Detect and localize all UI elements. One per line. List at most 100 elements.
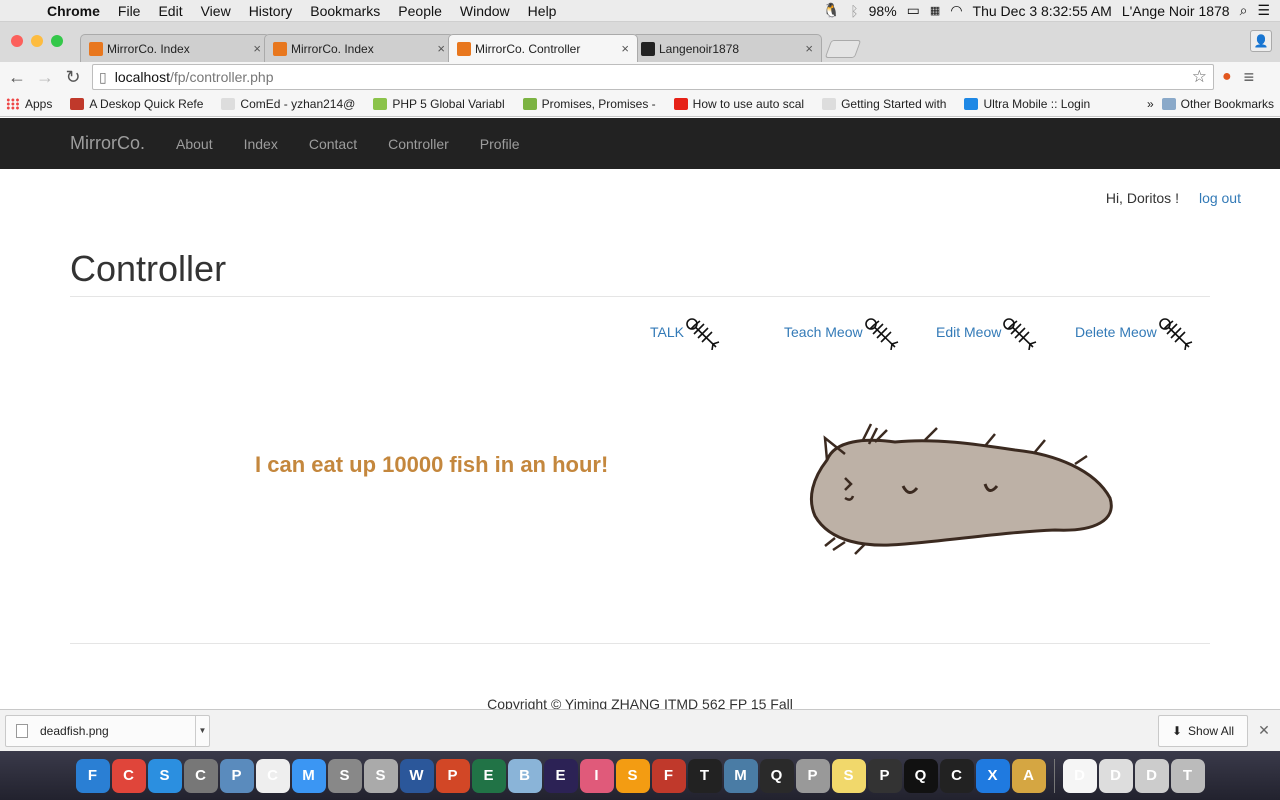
bookmark-item[interactable]: Promises, Promises - <box>522 97 656 111</box>
dock-desktop-icon[interactable]: D <box>1098 758 1133 793</box>
address-bar[interactable]: ▯ localhost/fp/controller.php ☆ <box>92 64 1214 90</box>
site-brand[interactable]: MirrorCo. <box>70 133 145 154</box>
dock-intellij-icon[interactable]: I <box>579 758 614 793</box>
dock-safari-icon[interactable]: S <box>147 758 182 793</box>
bookmark-item[interactable]: Getting Started with <box>822 97 946 111</box>
new-tab-button[interactable] <box>824 40 862 58</box>
logout-link[interactable]: log out <box>1199 190 1241 206</box>
bookmark-item[interactable]: PHP 5 Global Variabl <box>373 97 505 111</box>
edit-meow-link[interactable]: Edit Meow <box>936 318 1039 350</box>
apps-grid-icon <box>6 98 20 110</box>
dock-messages-icon[interactable]: M <box>291 758 326 793</box>
delete-meow-link[interactable]: Delete Meow <box>1075 318 1195 350</box>
dock-docs-icon[interactable]: D <box>1062 758 1097 793</box>
bookmark-item[interactable]: How to use auto scal <box>673 97 804 111</box>
dock-filezilla-icon[interactable]: F <box>651 758 686 793</box>
tab-favicon-icon <box>89 41 103 56</box>
dock-box-icon[interactable]: B <box>507 758 542 793</box>
nav-contact[interactable]: Contact <box>309 136 357 152</box>
battery-percent[interactable]: 98% <box>869 3 897 19</box>
notification-center-icon[interactable]: ☰ <box>1257 2 1270 19</box>
bluetooth-icon[interactable]: ᛒ <box>850 3 858 19</box>
dock-sequel-icon[interactable]: S <box>363 758 398 793</box>
dock-system-icon[interactable]: S <box>327 758 362 793</box>
extension-icon[interactable]: ● <box>1222 68 1232 86</box>
dock-mysql-icon[interactable]: M <box>723 758 758 793</box>
nav-index[interactable]: Index <box>244 136 278 152</box>
menu-help[interactable]: Help <box>519 3 566 19</box>
url-host: localhost <box>114 69 170 85</box>
tab-0[interactable]: MirrorCo. Index × <box>80 34 270 62</box>
zoom-window-icon[interactable] <box>51 35 63 47</box>
user-name[interactable]: L'Ange Noir 1878 <box>1122 3 1230 19</box>
dock-calendar-icon[interactable]: C <box>255 758 290 793</box>
menu-view[interactable]: View <box>192 3 240 19</box>
dock-stickies-icon[interactable]: S <box>831 758 866 793</box>
tab-3[interactable]: Langenoir1878 × <box>632 34 822 62</box>
flag-icon[interactable]: ▦ <box>930 4 940 17</box>
menu-history[interactable]: History <box>240 3 302 19</box>
menu-window[interactable]: Window <box>451 3 519 19</box>
bookmark-favicon-icon <box>673 98 688 110</box>
dock-console-icon[interactable]: C <box>939 758 974 793</box>
dock-archive-icon[interactable]: A <box>1011 758 1046 793</box>
dock-word-icon[interactable]: W <box>399 758 434 793</box>
tab-1[interactable]: MirrorCo. Index × <box>264 34 454 62</box>
download-item[interactable]: deadfish.png ▼ <box>5 714 210 747</box>
download-menu-chevron-icon[interactable]: ▼ <box>195 715 209 746</box>
bookmark-star-icon[interactable]: ☆ <box>1192 67 1207 87</box>
talk-link[interactable]: TALK <box>650 318 722 350</box>
menu-edit[interactable]: Edit <box>149 3 191 19</box>
chrome-menu-icon[interactable]: ≡ <box>1244 67 1255 88</box>
nav-controller[interactable]: Controller <box>388 136 449 152</box>
teach-meow-link[interactable]: Teach Meow <box>784 318 901 350</box>
tab-close-icon[interactable]: × <box>437 41 445 56</box>
dock-chrome-icon[interactable]: C <box>111 758 146 793</box>
profile-icon[interactable]: 👤 <box>1250 30 1272 52</box>
dock-printer-icon[interactable]: P <box>867 758 902 793</box>
reload-icon[interactable]: ↻ <box>62 67 84 88</box>
bookmarks-overflow-button[interactable]: » <box>1147 97 1154 111</box>
menu-people[interactable]: People <box>389 3 451 19</box>
bookmark-item[interactable]: A Deskop Quick Refe <box>70 97 203 111</box>
clock[interactable]: Thu Dec 3 8:32:55 AM <box>973 3 1112 19</box>
bookmark-item[interactable]: Ultra Mobile :: Login <box>964 97 1090 111</box>
dock-qq-icon[interactable]: Q <box>903 758 938 793</box>
close-window-icon[interactable] <box>11 35 23 47</box>
menu-bookmarks[interactable]: Bookmarks <box>301 3 389 19</box>
penguin-icon[interactable]: 🐧 <box>823 2 840 19</box>
dock-terminal-icon[interactable]: T <box>687 758 722 793</box>
nav-profile[interactable]: Profile <box>480 136 520 152</box>
dock-downloads-icon[interactable]: D <box>1134 758 1169 793</box>
bookmark-favicon-icon <box>373 98 388 110</box>
dock-quicktime-icon[interactable]: Q <box>759 758 794 793</box>
battery-icon[interactable]: ▭ <box>907 2 920 19</box>
dock-preferences-icon[interactable]: P <box>795 758 830 793</box>
menu-app-name[interactable]: Chrome <box>38 3 109 19</box>
dock-sublime-icon[interactable]: S <box>615 758 650 793</box>
dock-preview-icon[interactable]: P <box>219 758 254 793</box>
nav-about[interactable]: About <box>176 136 213 152</box>
minimize-window-icon[interactable] <box>31 35 43 47</box>
bookmark-item[interactable]: Apps <box>6 97 52 111</box>
other-bookmarks[interactable]: Other Bookmarks <box>1161 97 1274 111</box>
dock-excel-icon[interactable]: E <box>471 758 506 793</box>
tab-2[interactable]: MirrorCo. Controller × <box>448 34 638 62</box>
forward-icon[interactable]: → <box>34 67 56 88</box>
dock-xcode-icon[interactable]: X <box>975 758 1010 793</box>
back-icon[interactable]: ← <box>6 67 28 88</box>
tab-close-icon[interactable]: × <box>253 41 261 56</box>
wifi-icon[interactable]: ◠ <box>950 2 962 19</box>
dock-trash-icon[interactable]: T <box>1170 758 1205 793</box>
dock-calc-icon[interactable]: C <box>183 758 218 793</box>
dock-finder-icon[interactable]: F <box>75 758 110 793</box>
close-downloads-icon[interactable]: ✕ <box>1248 722 1280 739</box>
dock-eclipse-icon[interactable]: E <box>543 758 578 793</box>
show-all-downloads-button[interactable]: ⬇ Show All <box>1158 714 1248 747</box>
tab-close-icon[interactable]: × <box>805 41 813 56</box>
menu-file[interactable]: File <box>109 3 150 19</box>
spotlight-icon[interactable]: ⌕ <box>1240 2 1248 19</box>
dock-powerpoint-icon[interactable]: P <box>435 758 470 793</box>
bookmark-item[interactable]: ComEd - yzhan214@ <box>221 97 355 111</box>
tab-close-icon[interactable]: × <box>621 41 629 56</box>
